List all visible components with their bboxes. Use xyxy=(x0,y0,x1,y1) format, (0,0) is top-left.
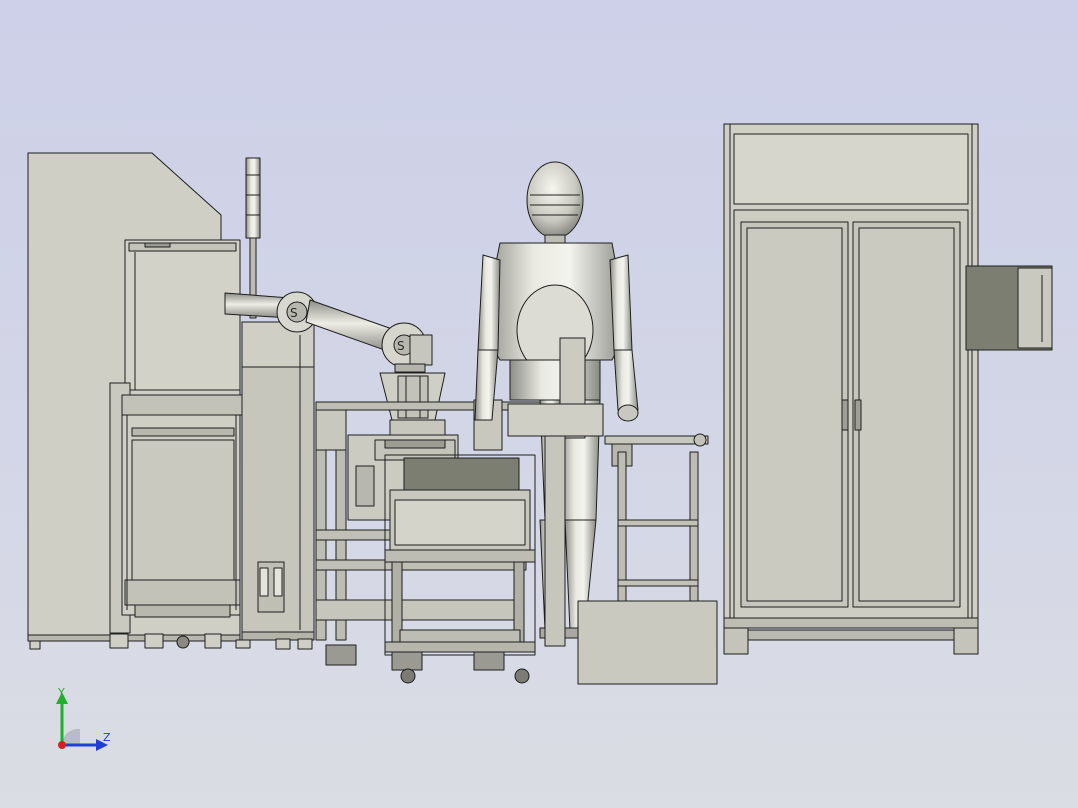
triad-z-label: Z xyxy=(103,731,111,744)
svg-text:S: S xyxy=(290,306,298,320)
side-shelf-rack xyxy=(604,433,709,603)
triad-y-label: Y xyxy=(58,686,65,699)
cad-viewport[interactable]: S S Y Z xyxy=(0,0,1078,808)
left-machine-enclosure xyxy=(27,152,251,650)
svg-text:S: S xyxy=(397,339,405,353)
signal-light-tower xyxy=(245,157,261,319)
coordinate-triad xyxy=(56,692,108,751)
robot-pedestal-cabinet xyxy=(241,321,315,650)
right-double-door-cabinet xyxy=(723,123,979,655)
front-crate xyxy=(577,600,718,685)
side-air-conditioner xyxy=(965,265,1053,351)
assembly-model[interactable]: S S xyxy=(0,0,1078,808)
